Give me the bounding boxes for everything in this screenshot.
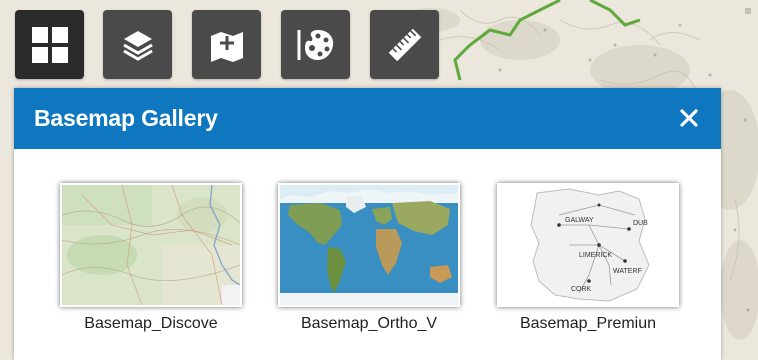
map-label: LIMERICK <box>579 252 612 259</box>
add-data-button[interactable] <box>192 10 261 79</box>
close-button[interactable] <box>677 106 701 130</box>
measure-button[interactable] <box>370 10 439 79</box>
basemap-item-label: Basemap_Premiun <box>519 315 657 332</box>
basemap-thumbnail[interactable] <box>60 183 242 307</box>
basemap-gallery-list: Basemap_Discove Basemap_Ortho_V GALWAY D… <box>14 149 721 360</box>
close-icon <box>680 109 698 127</box>
measure-ruler-icon <box>388 28 421 61</box>
basemap-gallery-button[interactable] <box>15 10 84 79</box>
add-data-icon <box>210 31 243 62</box>
map-label: WATERF <box>613 268 642 275</box>
basemap-item-label: Basemap_Ortho_V <box>300 315 438 332</box>
basemap-gallery-panel: Basemap Gallery Basemap_Discove Basemap_… <box>14 88 721 360</box>
map-label: DUB <box>633 220 648 227</box>
palette-icon <box>297 29 333 60</box>
basemap-item-label: Basemap_Discove <box>84 315 218 332</box>
panel-title: Basemap Gallery <box>34 105 218 131</box>
premium-road-map-thumbnail: GALWAY DUB LIMERICK WATERF CORK <box>499 185 677 305</box>
map-label: CORK <box>571 286 592 293</box>
basemap-thumbnail[interactable]: GALWAY DUB LIMERICK WATERF CORK <box>497 183 679 307</box>
layers-button[interactable] <box>103 10 172 79</box>
basemap-gallery-icon <box>31 26 68 63</box>
layers-icon <box>122 30 153 61</box>
panel-header: Basemap Gallery <box>14 88 721 149</box>
map-label: GALWAY <box>565 217 594 224</box>
topographic-map-thumbnail <box>62 185 240 305</box>
basemap-thumbnail[interactable] <box>278 183 460 307</box>
symbology-button[interactable] <box>281 10 350 79</box>
world-imagery-thumbnail <box>280 185 458 305</box>
